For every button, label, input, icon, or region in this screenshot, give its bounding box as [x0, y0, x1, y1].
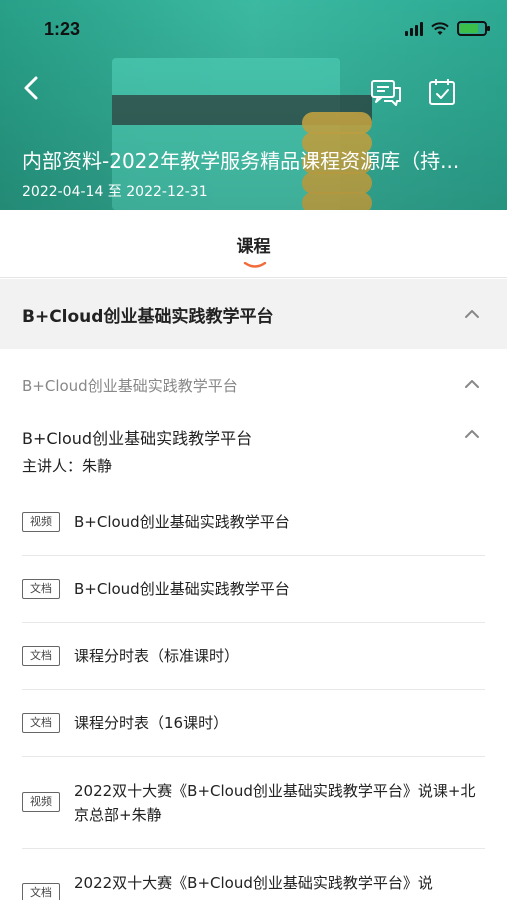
resource-title: 课程分时表（标准课时） — [74, 647, 240, 665]
resource-item[interactable]: 文档 2022双十大赛《B+Cloud创业基础实践教学平台》说 — [22, 849, 485, 900]
resource-title: 课程分时表（16课时） — [74, 714, 229, 732]
cellular-signal-icon — [405, 21, 423, 36]
back-arrow-icon[interactable] — [18, 72, 46, 104]
resource-title: B+Cloud创业基础实践教学平台 — [74, 513, 290, 531]
resource-title: 2022双十大赛《B+Cloud创业基础实践教学平台》说课+北京总部+朱静 — [74, 782, 476, 824]
lecturer-label: 主讲人：朱静 — [22, 457, 113, 475]
resource-item[interactable]: 视频 2022双十大赛《B+Cloud创业基础实践教学平台》说课+北京总部+朱静 — [22, 757, 485, 849]
wifi-icon — [431, 21, 449, 35]
resource-type-badge: 文档 — [22, 713, 60, 733]
resource-type-badge: 视频 — [22, 792, 60, 812]
chevron-up-icon[interactable] — [464, 379, 480, 389]
course-date-range: 2022-04-14 至 2022-12-31 — [22, 184, 208, 200]
chevron-up-icon[interactable] — [464, 429, 480, 439]
resource-item[interactable]: 视频 B+Cloud创业基础实践教学平台 — [22, 490, 485, 556]
status-time: 1:23 — [44, 19, 81, 39]
status-icons — [405, 21, 490, 36]
resource-type-badge: 文档 — [22, 883, 60, 900]
status-bar: 1:23 — [0, 0, 507, 60]
resource-item[interactable]: 文档 课程分时表（16课时） — [22, 690, 485, 757]
resource-type-badge: 视频 — [22, 512, 60, 532]
lesson-title[interactable]: B+Cloud创业基础实践教学平台 — [22, 425, 252, 449]
resource-title: B+Cloud创业基础实践教学平台 — [74, 580, 290, 598]
tab-bar: 课程 — [0, 210, 507, 278]
chevron-up-icon[interactable] — [464, 309, 480, 319]
chapter-title[interactable]: B+Cloud创业基础实践教学平台 — [22, 375, 238, 396]
resource-item[interactable]: 文档 B+Cloud创业基础实践教学平台 — [22, 556, 485, 623]
course-section-header[interactable]: B+Cloud创业基础实践教学平台 — [0, 279, 507, 349]
resource-type-badge: 文档 — [22, 579, 60, 599]
chat-icon[interactable] — [370, 78, 402, 108]
tab-active-indicator — [243, 262, 267, 268]
calendar-check-icon[interactable] — [427, 77, 457, 107]
resource-type-badge: 文档 — [22, 646, 60, 666]
battery-icon — [457, 21, 490, 36]
tab-course[interactable]: 课程 — [0, 232, 507, 257]
section-title: B+Cloud创业基础实践教学平台 — [22, 307, 274, 327]
resource-title: 2022双十大赛《B+Cloud创业基础实践教学平台》说 — [74, 874, 433, 892]
resource-item[interactable]: 文档 课程分时表（标准课时） — [22, 623, 485, 690]
course-title: 内部资料-2022年教学服务精品课程资源库（持... — [22, 149, 460, 173]
